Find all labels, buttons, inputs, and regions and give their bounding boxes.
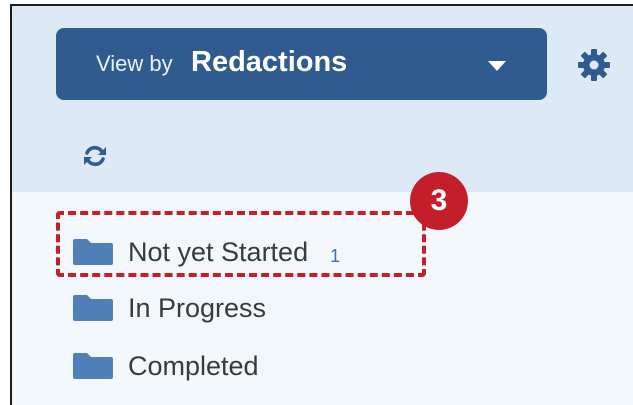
folder-label: Completed bbox=[128, 350, 259, 381]
gear-icon[interactable] bbox=[578, 49, 610, 81]
folder-icon bbox=[73, 295, 113, 321]
view-by-prefix: View by bbox=[96, 51, 173, 76]
folder-item-in-progress[interactable]: In Progress bbox=[72, 288, 266, 328]
folder-icon bbox=[73, 353, 113, 379]
callout-highlight-box bbox=[56, 211, 426, 277]
caret-down-icon bbox=[488, 61, 506, 71]
refresh-icon[interactable] bbox=[82, 143, 108, 169]
folder-label: In Progress bbox=[128, 292, 267, 323]
app-panel: View by Redactions Not yet Started 1 In … bbox=[10, 4, 633, 405]
view-by-dropdown[interactable]: View by Redactions bbox=[56, 28, 547, 100]
folder-item-completed[interactable]: Completed bbox=[72, 346, 259, 386]
view-by-value: Redactions bbox=[191, 46, 348, 78]
callout-number-badge: 3 bbox=[410, 172, 468, 230]
